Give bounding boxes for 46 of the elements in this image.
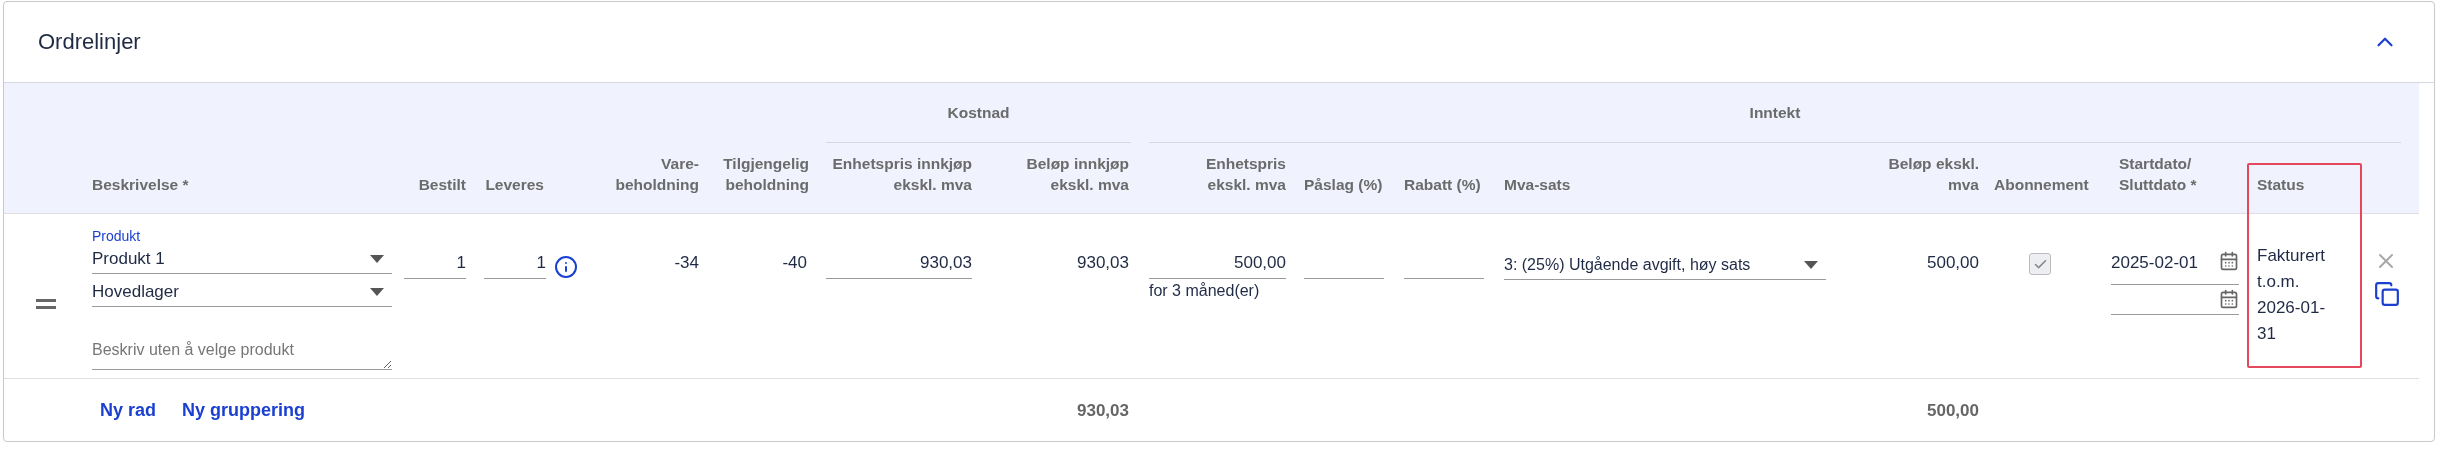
amount-value: 500,00 (1927, 252, 1979, 274)
income-total: 500,00 (1927, 400, 1979, 421)
column-header: Tilgjengelig beholdning (722, 154, 809, 195)
column-header: Enhetspris innkjøp ekskl. mva (831, 154, 972, 195)
column-header: Startdato/ Sluttdato * (2119, 154, 2198, 195)
product-select[interactable]: Produkt 1 (92, 245, 392, 274)
warehouse-select[interactable]: Hovedlager (92, 278, 392, 307)
unit-price-field[interactable]: 500,00 (1149, 251, 1286, 279)
column-header: Rabatt (%) (1404, 175, 1481, 195)
ordered-field[interactable]: 1 (404, 251, 466, 279)
drag-handle-icon[interactable] (36, 299, 56, 309)
cost-amount-value: 930,03 (1077, 252, 1129, 274)
available-value: -40 (782, 252, 807, 274)
column-header: Vare- beholdning (614, 154, 699, 195)
column-header: Mva-sats (1504, 175, 1571, 195)
start-date-field[interactable]: 2025-02-01 (2111, 251, 2239, 285)
group-label: Kostnad (947, 103, 1010, 122)
column-header: Påslag (%) (1304, 175, 1383, 195)
price-note: for 3 måned(er) (1149, 281, 1260, 301)
stock-value: -34 (674, 252, 699, 274)
column-header: Enhetspris ekskl. mva (1204, 154, 1286, 195)
status-text: Fakturert t.o.m. 2026-01-31 (2257, 245, 2327, 345)
calendar-icon[interactable] (2219, 251, 2239, 271)
calendar-icon[interactable] (2219, 289, 2239, 309)
footer-link[interactable]: Ny rad (100, 400, 157, 421)
panel-title: Ordrelinjer (38, 29, 141, 55)
caret-icon (1804, 261, 1818, 269)
column-header: Leveres (485, 175, 544, 195)
copy-icon[interactable] (2374, 281, 2400, 307)
column-header: Bestilt (418, 175, 466, 195)
column-header: Beskrivelse * (92, 175, 189, 195)
column-header: Beløp innkjøp ekskl. mva (1025, 154, 1129, 195)
unit-cost-field[interactable]: 930,03 (826, 251, 972, 279)
caret-icon (370, 288, 384, 296)
footer-link[interactable]: Ny gruppering (182, 400, 306, 421)
delivered-field[interactable]: 1 (484, 251, 546, 279)
column-header: Abonnement (1994, 175, 2089, 195)
column-header: Status (2257, 175, 2305, 195)
column-header: Beløp ekskl. mva (1887, 154, 1979, 195)
group-label: Inntekt (1749, 103, 1801, 122)
field-label: Produkt (92, 227, 141, 245)
vat-select[interactable]: 3: (25%) Utgående avgift, høy sats (1504, 251, 1826, 280)
description-field[interactable]: Beskriv uten å velge produkt (92, 341, 392, 370)
cost-total: 930,03 (1077, 400, 1129, 421)
info-icon[interactable] (554, 255, 578, 279)
caret-icon (370, 255, 384, 263)
